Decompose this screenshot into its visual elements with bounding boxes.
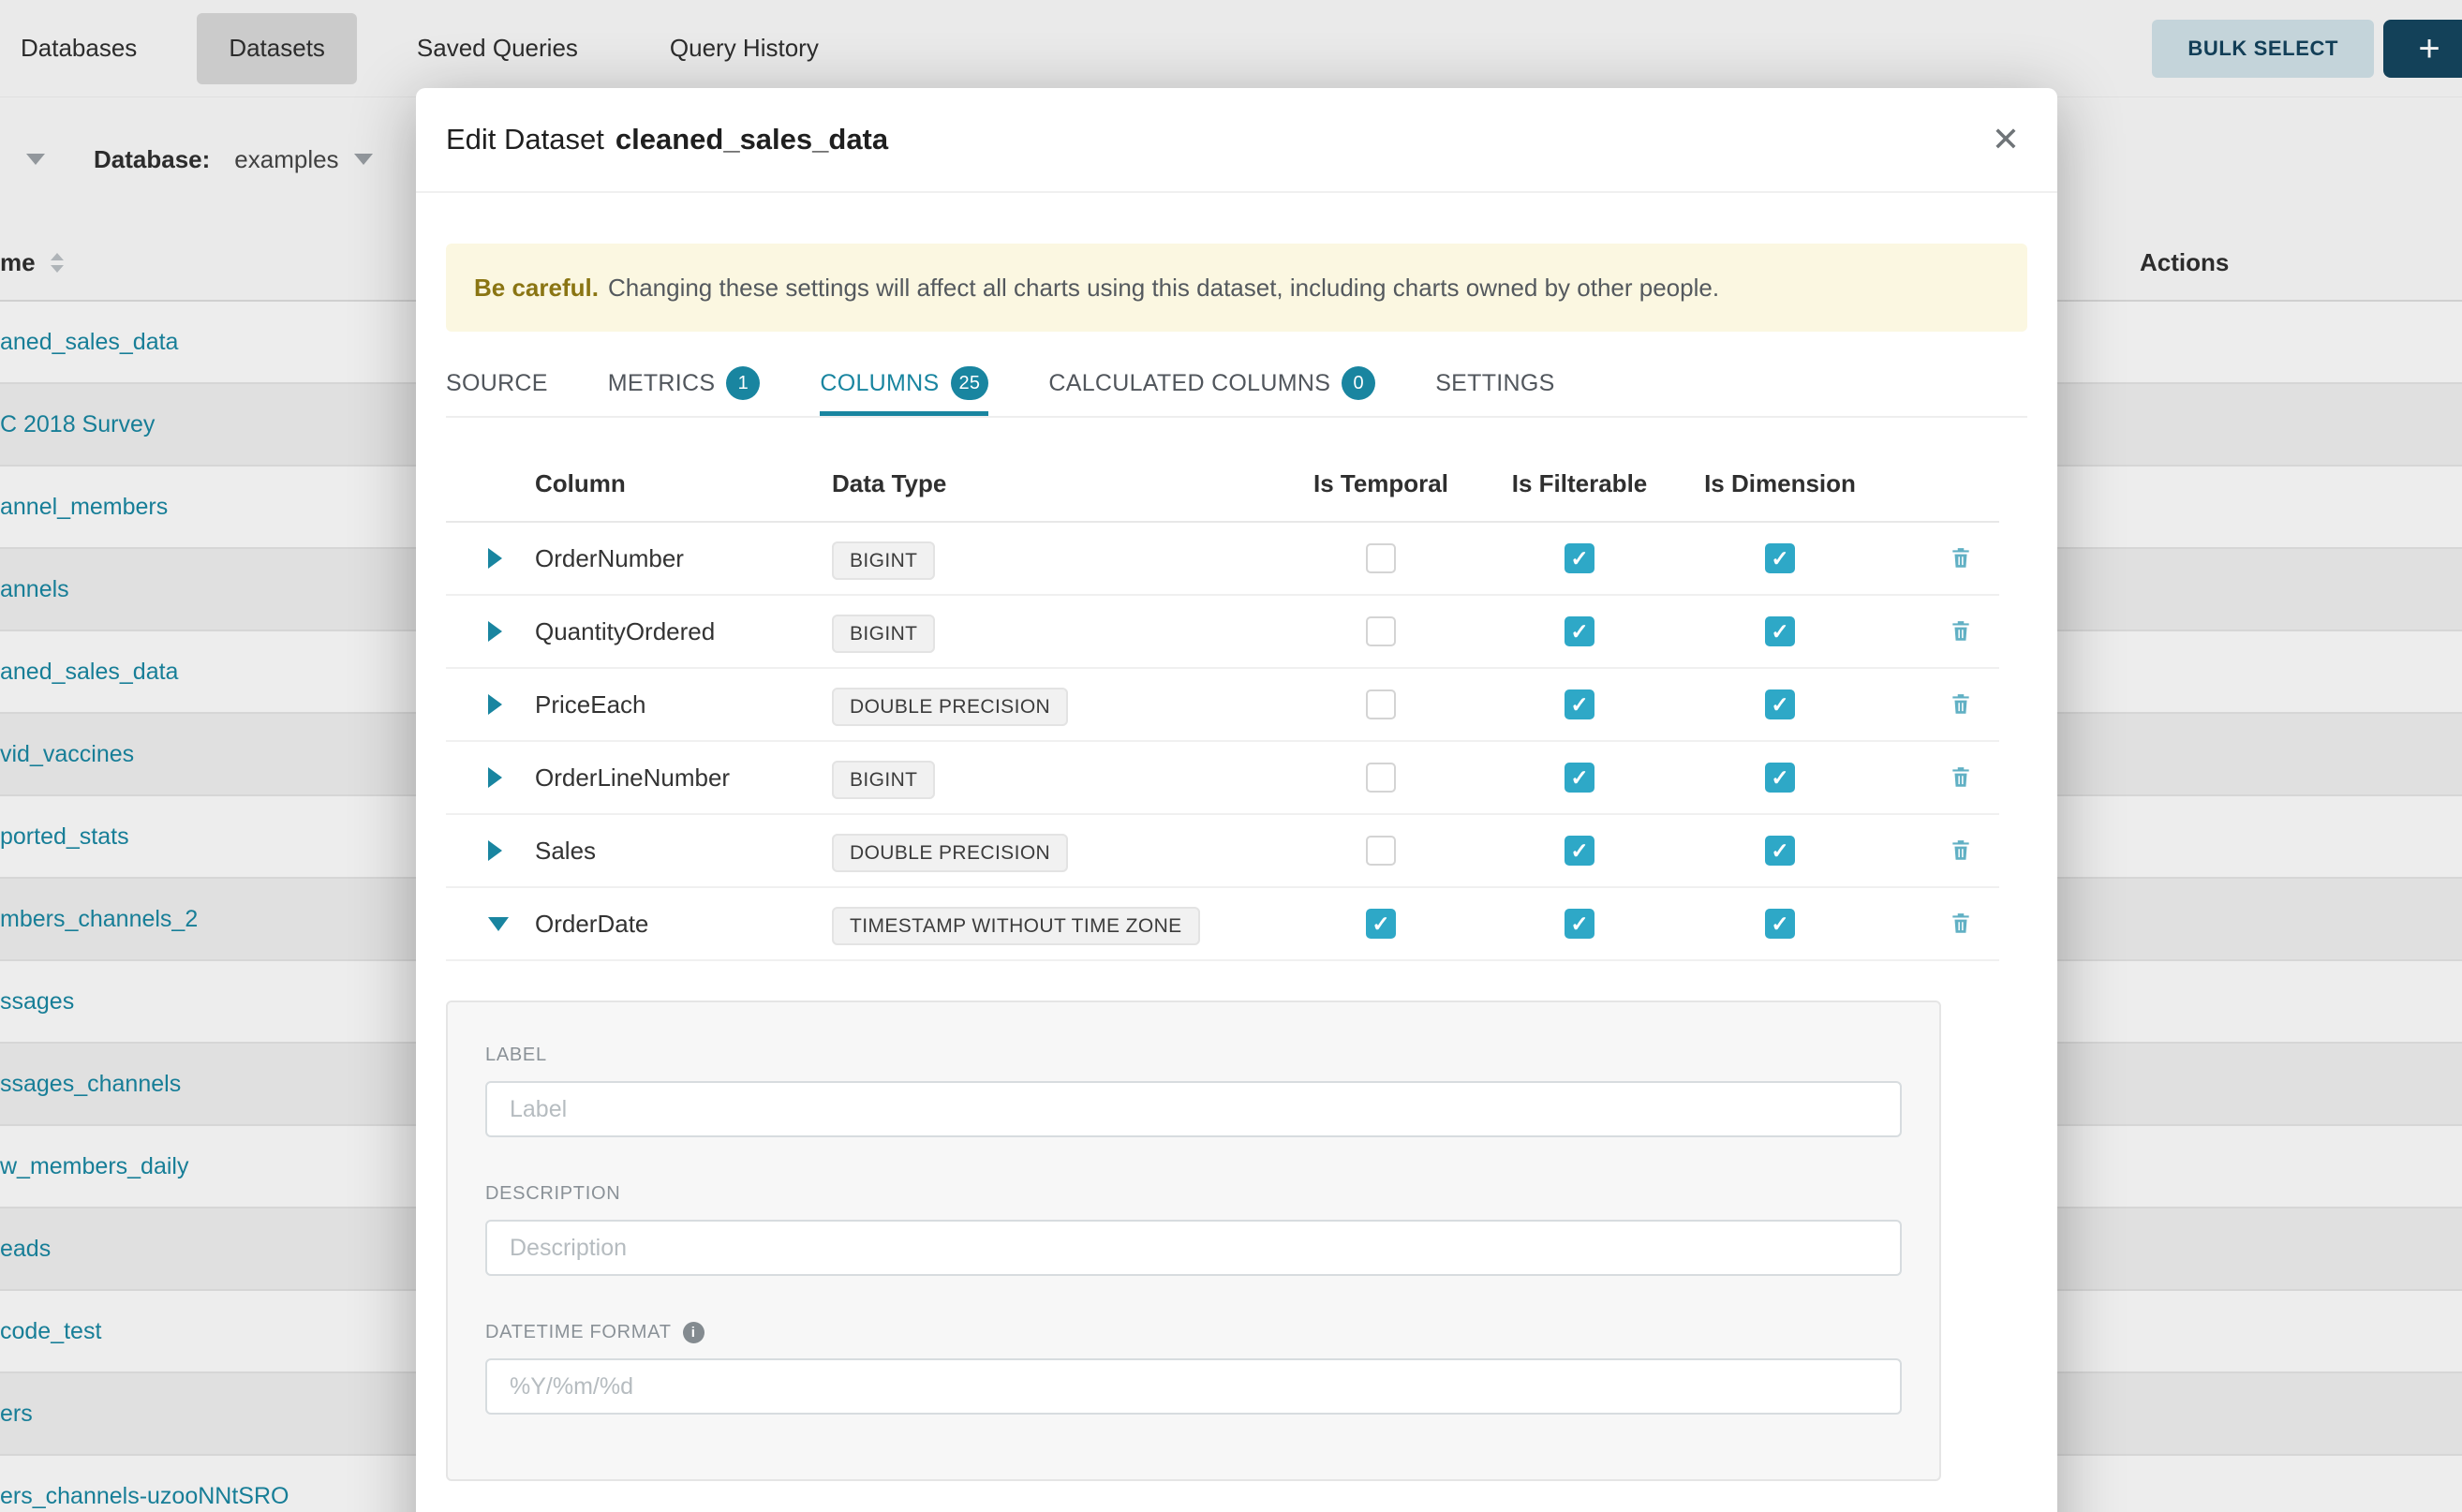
expand-caret-icon[interactable] [488, 548, 502, 569]
tab-label: SOURCE [446, 370, 548, 397]
is-filterable-checkbox[interactable] [1565, 909, 1594, 939]
column-name: QuantityOrdered [535, 617, 832, 646]
is-filterable-header: Is Filterable [1480, 469, 1679, 498]
expand-caret-icon[interactable] [488, 840, 502, 861]
tab-label: COLUMNS [820, 370, 939, 397]
is-filterable-checkbox[interactable] [1565, 543, 1594, 573]
edit-dataset-modal: Edit Dataset cleaned_sales_data ✕ Be car… [416, 88, 2057, 1512]
tab-label: SETTINGS [1435, 370, 1554, 397]
columns-count-badge: 25 [951, 366, 989, 400]
columns-table-header: Column Data Type Is Temporal Is Filterab… [446, 418, 1999, 523]
tab-calculated-columns[interactable]: CALCULATED COLUMNS 0 [1048, 350, 1375, 416]
is-filterable-checkbox[interactable] [1565, 689, 1594, 719]
tab-source[interactable]: SOURCE [446, 350, 548, 416]
table-row: PriceEach DOUBLE PRECISION [446, 669, 1999, 742]
column-name: Sales [535, 837, 832, 866]
delete-icon[interactable] [1949, 911, 1973, 937]
is-dimension-checkbox[interactable] [1765, 763, 1795, 793]
tab-label: METRICS [608, 370, 716, 397]
is-temporal-checkbox[interactable] [1366, 909, 1396, 939]
expand-caret-icon[interactable] [488, 621, 502, 642]
warning-banner: Be careful. Changing these settings will… [446, 244, 2027, 332]
column-header: Column [535, 469, 832, 498]
data-type-pill: BIGINT [832, 615, 935, 653]
label-input[interactable] [485, 1081, 1902, 1137]
table-row: Sales DOUBLE PRECISION [446, 815, 1999, 888]
expand-caret-icon[interactable] [488, 694, 502, 715]
delete-icon[interactable] [1949, 691, 1973, 718]
is-dimension-checkbox[interactable] [1765, 616, 1795, 646]
is-temporal-checkbox[interactable] [1366, 836, 1396, 866]
data-type-pill: BIGINT [832, 761, 935, 799]
collapse-caret-icon[interactable] [488, 917, 509, 931]
is-dimension-checkbox[interactable] [1765, 909, 1795, 939]
info-icon[interactable]: i [683, 1322, 704, 1343]
data-type-header: Data Type [832, 469, 1282, 498]
description-field-label: DESCRIPTION [485, 1182, 1902, 1205]
is-filterable-checkbox[interactable] [1565, 836, 1594, 866]
table-row: OrderDate TIMESTAMP WITHOUT TIME ZONE [446, 888, 1999, 961]
is-temporal-checkbox[interactable] [1366, 763, 1396, 793]
is-dimension-checkbox[interactable] [1765, 543, 1795, 573]
data-type-pill: DOUBLE PRECISION [832, 688, 1068, 726]
table-row: OrderNumber BIGINT [446, 523, 1999, 596]
table-row: OrderLineNumber BIGINT [446, 742, 1999, 815]
modal-body: Be careful. Changing these settings will… [416, 244, 2057, 1481]
is-temporal-checkbox[interactable] [1366, 616, 1396, 646]
modal-tabs: SOURCE METRICS 1 COLUMNS 25 CALCULATED C… [446, 350, 2027, 418]
is-temporal-header: Is Temporal [1282, 469, 1480, 498]
data-type-pill: BIGINT [832, 541, 935, 580]
tab-metrics[interactable]: METRICS 1 [608, 350, 761, 416]
is-dimension-checkbox[interactable] [1765, 836, 1795, 866]
column-name: PriceEach [535, 690, 832, 719]
warning-text: Changing these settings will affect all … [608, 274, 1719, 303]
is-dimension-checkbox[interactable] [1765, 689, 1795, 719]
delete-icon[interactable] [1949, 764, 1973, 791]
data-type-pill: DOUBLE PRECISION [832, 834, 1068, 872]
modal-title-dataset-name: cleaned_sales_data [616, 123, 888, 156]
delete-icon[interactable] [1949, 618, 1973, 645]
metrics-count-badge: 1 [726, 366, 760, 400]
data-type-pill: TIMESTAMP WITHOUT TIME ZONE [832, 907, 1200, 945]
column-detail-panel: LABEL DESCRIPTION DATETIME FORMAT i [446, 1001, 1941, 1481]
description-input[interactable] [485, 1220, 1902, 1276]
datetime-format-input[interactable] [485, 1358, 1902, 1415]
is-filterable-checkbox[interactable] [1565, 763, 1594, 793]
modal-header: Edit Dataset cleaned_sales_data [416, 88, 2057, 193]
warning-bold-text: Be careful. [474, 274, 599, 303]
column-name: OrderNumber [535, 544, 832, 573]
is-temporal-checkbox[interactable] [1366, 543, 1396, 573]
tab-settings[interactable]: SETTINGS [1435, 350, 1554, 416]
datetime-format-label-text: DATETIME FORMAT [485, 1322, 672, 1343]
tab-columns[interactable]: COLUMNS 25 [820, 350, 988, 416]
modal-title-prefix: Edit Dataset [446, 123, 604, 156]
tab-label: CALCULATED COLUMNS [1048, 370, 1330, 397]
delete-icon[interactable] [1949, 545, 1973, 571]
is-dimension-header: Is Dimension [1679, 469, 1881, 498]
is-temporal-checkbox[interactable] [1366, 689, 1396, 719]
calculated-columns-count-badge: 0 [1342, 366, 1375, 400]
label-field-label-text: LABEL [485, 1045, 547, 1066]
table-row: QuantityOrdered BIGINT [446, 596, 1999, 669]
expand-caret-icon[interactable] [488, 767, 502, 788]
is-filterable-checkbox[interactable] [1565, 616, 1594, 646]
delete-icon[interactable] [1949, 838, 1973, 864]
description-field-label-text: DESCRIPTION [485, 1183, 620, 1205]
close-icon[interactable]: ✕ [1979, 112, 2033, 167]
columns-table: Column Data Type Is Temporal Is Filterab… [446, 418, 1999, 961]
column-name: OrderDate [535, 910, 832, 939]
label-field-label: LABEL [485, 1044, 1902, 1066]
datetime-format-field-label: DATETIME FORMAT i [485, 1321, 1902, 1343]
column-name: OrderLineNumber [535, 763, 832, 793]
screen: Databases Datasets Saved Queries Query H… [0, 0, 2462, 1512]
